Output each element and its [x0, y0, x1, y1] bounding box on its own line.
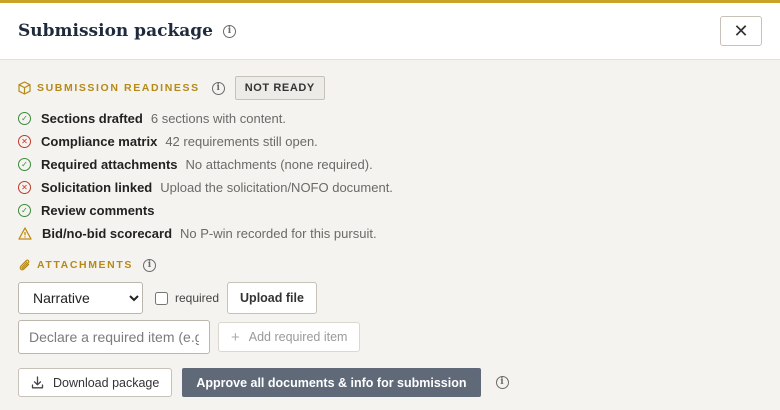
check-circle-icon: ✓ [18, 112, 31, 125]
package-icon [18, 81, 31, 95]
modal-title: Submission package [18, 21, 213, 41]
attachment-upload-row: Narrative required Upload file [18, 282, 762, 314]
download-package-label: Download package [53, 375, 160, 390]
info-icon[interactable]: i [222, 24, 236, 38]
check-item-compliance: ✕ Compliance matrix 42 requirements stil… [18, 130, 762, 153]
check-detail: Upload the solicitation/NOFO document. [160, 180, 393, 195]
x-circle-icon: ✕ [18, 181, 31, 194]
declare-item-row: + Add required item [18, 320, 762, 354]
check-item-sections: ✓ Sections drafted 6 sections with conte… [18, 107, 762, 130]
check-circle-icon: ✓ [18, 204, 31, 217]
check-title: Bid/no-bid scorecard [42, 226, 173, 241]
required-label: required [175, 291, 220, 305]
check-title: Review comments [41, 203, 155, 218]
attachments-header: ATTACHMENTS i [18, 254, 762, 276]
attachments-info-icon[interactable]: i [142, 258, 156, 272]
readiness-header: SUBMISSION READINESS i NOT READY [18, 76, 762, 100]
close-button[interactable]: ✕ [720, 16, 762, 46]
check-item-scorecard: Bid/no-bid scorecard No P-win recorded f… [18, 222, 762, 245]
modal-footer: Download package Approve all documents &… [18, 368, 762, 397]
check-title: Required attachments [41, 157, 178, 172]
check-item-review: ✓ Review comments [18, 199, 762, 222]
readiness-info-icon[interactable]: i [211, 81, 225, 95]
required-checkbox-label[interactable]: required [155, 291, 219, 305]
check-item-solicitation: ✕ Solicitation linked Upload the solicit… [18, 176, 762, 199]
required-checkbox[interactable] [155, 291, 168, 305]
plus-icon: + [231, 328, 240, 346]
add-required-item-label: Add required item [248, 330, 348, 344]
attachment-type-select[interactable]: Narrative [18, 282, 143, 314]
status-badge: NOT READY [234, 76, 325, 100]
check-detail: 42 requirements still open. [165, 134, 318, 149]
check-title: Sections drafted [41, 111, 143, 126]
modal-body: SUBMISSION READINESS i NOT READY ✓ Secti… [0, 60, 780, 397]
attachments-label: ATTACHMENTS [37, 259, 133, 271]
readiness-label: SUBMISSION READINESS [37, 82, 200, 94]
check-detail: No attachments (none required). [185, 157, 373, 172]
paperclip-icon [19, 259, 30, 271]
check-item-attachments: ✓ Required attachments No attachments (n… [18, 153, 762, 176]
approve-submission-button[interactable]: Approve all documents & info for submiss… [182, 368, 481, 397]
check-circle-icon: ✓ [18, 158, 31, 171]
check-detail: 6 sections with content. [150, 111, 286, 126]
modal-header: Submission package i ✕ [0, 3, 780, 60]
add-required-item-button[interactable]: + Add required item [218, 322, 361, 352]
check-title: Compliance matrix [41, 134, 158, 149]
approve-info-icon[interactable]: i [495, 376, 509, 389]
check-detail: No P-win recorded for this pursuit. [180, 226, 377, 241]
readiness-checklist: ✓ Sections drafted 6 sections with conte… [18, 107, 762, 245]
check-title: Solicitation linked [41, 180, 153, 195]
download-icon [31, 376, 44, 389]
close-icon: ✕ [733, 20, 749, 41]
upload-file-button[interactable]: Upload file [227, 282, 317, 314]
download-package-button[interactable]: Download package [18, 368, 173, 397]
declare-item-input[interactable] [18, 320, 210, 354]
warning-icon [18, 227, 32, 240]
x-circle-icon: ✕ [18, 135, 31, 148]
submission-package-modal: Submission package i ✕ SUBMISSION READIN… [0, 0, 780, 410]
